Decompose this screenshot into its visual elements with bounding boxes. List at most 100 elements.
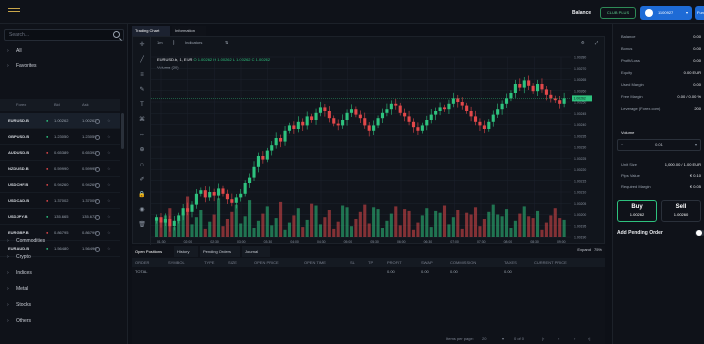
volume-bar — [500, 216, 504, 237]
category-all[interactable]: All — [0, 44, 128, 58]
category-favorites[interactable]: Favorites — [0, 59, 128, 73]
account-stat: Profit/Loss 0.00 — [621, 56, 701, 66]
category-commodities[interactable]: Commodities — [0, 234, 128, 248]
info-icon[interactable] — [95, 119, 100, 124]
column-header[interactable]: OPEN PRICE — [254, 258, 279, 267]
fullscreen-icon[interactable]: ⤢ — [595, 38, 598, 48]
last-page-icon[interactable]: ›| — [588, 336, 590, 341]
pencil-icon[interactable]: ✐ — [138, 176, 146, 184]
tab-open-positions[interactable]: Open Positions — [132, 246, 172, 257]
category-indices[interactable]: Indices — [0, 266, 128, 280]
star-icon[interactable]: ☆ — [107, 193, 111, 209]
fib-icon[interactable]: ≡ — [138, 71, 146, 79]
settings-icon[interactable]: ⚙ — [581, 38, 585, 48]
indicators-button[interactable]: Indicators — [185, 38, 202, 48]
column-header[interactable]: ORDER — [135, 258, 149, 267]
column-header[interactable]: PROFIT — [387, 258, 402, 267]
price-chart[interactable]: 1.002801.002701.002651.002601.002501.002… — [151, 49, 605, 244]
category-metal[interactable]: Metal — [0, 282, 128, 296]
text-icon[interactable]: T — [138, 101, 146, 109]
candle — [478, 121, 482, 126]
zoom-icon[interactable]: ⊕ — [138, 146, 146, 154]
candle — [301, 121, 305, 126]
tab-information[interactable]: Information — [172, 26, 206, 36]
star-icon[interactable]: ☆ — [107, 113, 111, 129]
column-header[interactable]: SIZE — [228, 258, 237, 267]
list-item[interactable]: USDCHF.B ● 0.94260 0.94269 ☆ — [0, 177, 120, 193]
tab-journal[interactable]: Journal — [242, 246, 270, 257]
list-item[interactable]: USDJPY.B ● 135.665 135.672 ☆ — [0, 209, 120, 225]
pattern-icon[interactable]: ⌘ — [138, 116, 146, 124]
star-icon[interactable]: ☆ — [107, 209, 111, 225]
account-dropdown[interactable]: 1100927 ▾ — [640, 6, 692, 20]
prev-page-icon[interactable]: ‹ — [558, 336, 559, 341]
magnet-icon[interactable]: ∩ — [138, 161, 146, 169]
list-item[interactable]: GBPUSD.B ● 1.23050 1.23059 ☆ — [0, 129, 120, 145]
column-header[interactable]: CURRENT PRICE — [534, 258, 567, 267]
first-page-icon[interactable]: |‹ — [542, 336, 544, 341]
expand-button[interactable]: Expand — [577, 247, 591, 252]
candle — [327, 111, 331, 119]
buy-button[interactable]: Buy 1.00262 — [617, 200, 657, 222]
lock-icon[interactable]: 🔒 — [138, 191, 146, 199]
sidebar-scrollbar[interactable] — [121, 113, 124, 149]
category-crypto[interactable]: Crypto — [0, 250, 128, 264]
chevron-down-icon[interactable]: ▾ — [695, 140, 697, 150]
volume-bar — [358, 211, 362, 237]
list-item[interactable]: NZDUSD.B ● 0.59990 0.59995 ☆ — [0, 161, 120, 177]
search-input[interactable]: Search... — [4, 29, 124, 41]
brand-logo[interactable] — [8, 8, 20, 16]
list-item[interactable]: EURUSD.B ● 1.00262 1.00262 ☆ — [0, 113, 120, 129]
volume-stepper[interactable]: − 0.01 ▾ — [617, 139, 701, 151]
column-header[interactable]: COMMISSION — [450, 258, 476, 267]
column-header[interactable]: SL — [350, 258, 355, 267]
measure-icon[interactable]: ⇔ — [138, 131, 146, 139]
compare-icon[interactable]: ⇅ — [225, 38, 228, 48]
sell-button[interactable]: Sell 1.00260 — [661, 200, 701, 222]
minus-icon[interactable]: − — [621, 140, 623, 150]
star-icon[interactable]: ☆ — [107, 161, 111, 177]
candle — [279, 138, 283, 142]
info-icon[interactable] — [95, 215, 100, 220]
category-others[interactable]: Others — [0, 314, 128, 328]
column-header[interactable]: TYPE — [204, 258, 214, 267]
star-icon[interactable]: ☆ — [107, 177, 111, 193]
next-page-icon[interactable]: › — [574, 336, 575, 341]
column-header[interactable]: SWAP — [421, 258, 433, 267]
eye-icon[interactable]: ◉ — [138, 206, 146, 214]
pending-order-toggle[interactable] — [695, 230, 704, 236]
column-header[interactable]: OPEN TIME — [304, 258, 326, 267]
category-stocks[interactable]: Stocks — [0, 298, 128, 312]
fund-button[interactable]: Fun — [695, 6, 704, 20]
club-plus-button[interactable]: CLUB PLUS — [600, 7, 636, 19]
trendline-icon[interactable]: ╱ — [138, 56, 146, 64]
info-icon[interactable] — [95, 167, 100, 172]
volume-value[interactable]: 0.01 — [655, 142, 663, 147]
candle-type-icon[interactable]: ⫿ — [173, 38, 174, 48]
tab-pending-orders[interactable]: Pending Orders — [200, 246, 240, 257]
star-icon[interactable]: ☆ — [107, 145, 111, 161]
per-page-chevron-icon[interactable]: ▾ — [502, 336, 504, 341]
info-icon[interactable] — [95, 151, 100, 156]
column-header[interactable]: TP — [368, 258, 373, 267]
column-header[interactable]: SYMBOL — [168, 258, 185, 267]
candle — [491, 114, 495, 122]
tab-history[interactable]: History — [174, 246, 198, 257]
info-icon[interactable] — [95, 135, 100, 140]
info-icon[interactable] — [95, 183, 100, 188]
list-item[interactable]: AUDUSD.B ● 0.65389 0.65392 ☆ — [0, 145, 120, 161]
candle — [531, 85, 535, 92]
volume-bar — [549, 215, 553, 237]
list-item[interactable]: USDCAD.B ● 1.37002 1.37009 ☆ — [0, 193, 120, 209]
column-header[interactable]: TAXES — [504, 258, 517, 267]
info-icon[interactable] — [95, 199, 100, 204]
search-icon[interactable] — [113, 31, 120, 38]
crosshair-icon[interactable]: ✛ — [138, 41, 146, 49]
brush-icon[interactable]: ✎ — [138, 86, 146, 94]
tab-trading-chart[interactable]: Trading Chart — [132, 26, 170, 36]
interval-select[interactable]: 1m — [157, 38, 163, 48]
trash-icon[interactable]: 🗑 — [138, 221, 146, 229]
panel-size[interactable]: 75% — [594, 247, 602, 252]
star-icon[interactable]: ☆ — [107, 129, 111, 145]
per-page-select[interactable]: 20 — [482, 336, 486, 341]
